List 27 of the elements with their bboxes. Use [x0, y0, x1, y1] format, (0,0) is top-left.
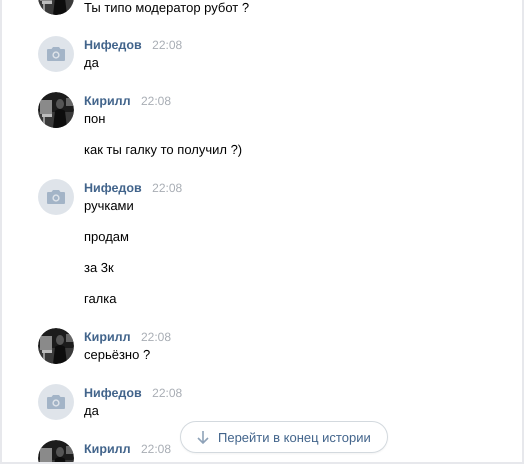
jump-to-end-button[interactable]: Перейти в конец истории: [180, 421, 388, 453]
message-text: Ты типо модератор рубот ?: [84, 0, 250, 17]
message-time: 22:08: [152, 38, 182, 52]
message-time: 22:08: [140, 442, 171, 456]
message-text: ручками: [84, 197, 135, 215]
message-time: 22:08: [140, 94, 171, 108]
message-text: серьёзно ?: [84, 346, 152, 364]
message-text: пон: [84, 110, 106, 128]
message-time: 22:08: [152, 181, 182, 195]
message-text: как ты галку то получил ?): [84, 141, 242, 159]
message-text: да: [84, 402, 100, 420]
message-time: 22:08: [140, 330, 171, 344]
author-name[interactable]: Кирилл: [84, 442, 131, 456]
camera-icon: [47, 190, 65, 204]
author-name[interactable]: Нифедов: [84, 386, 142, 400]
author-name[interactable]: Нифедов: [84, 38, 142, 52]
author-name[interactable]: Кирилл: [84, 94, 131, 108]
camera-icon: [47, 395, 65, 409]
message-time: 22:08: [152, 386, 182, 400]
message-text: продам: [84, 228, 130, 246]
message-text: галка: [84, 290, 118, 308]
author-name[interactable]: Кирилл: [84, 330, 131, 344]
author-name[interactable]: Нифедов: [84, 181, 142, 195]
down-arrow-icon: [197, 430, 209, 444]
message-text: за 3к: [84, 259, 115, 277]
camera-icon: [47, 47, 65, 61]
message-text: да: [84, 54, 100, 72]
